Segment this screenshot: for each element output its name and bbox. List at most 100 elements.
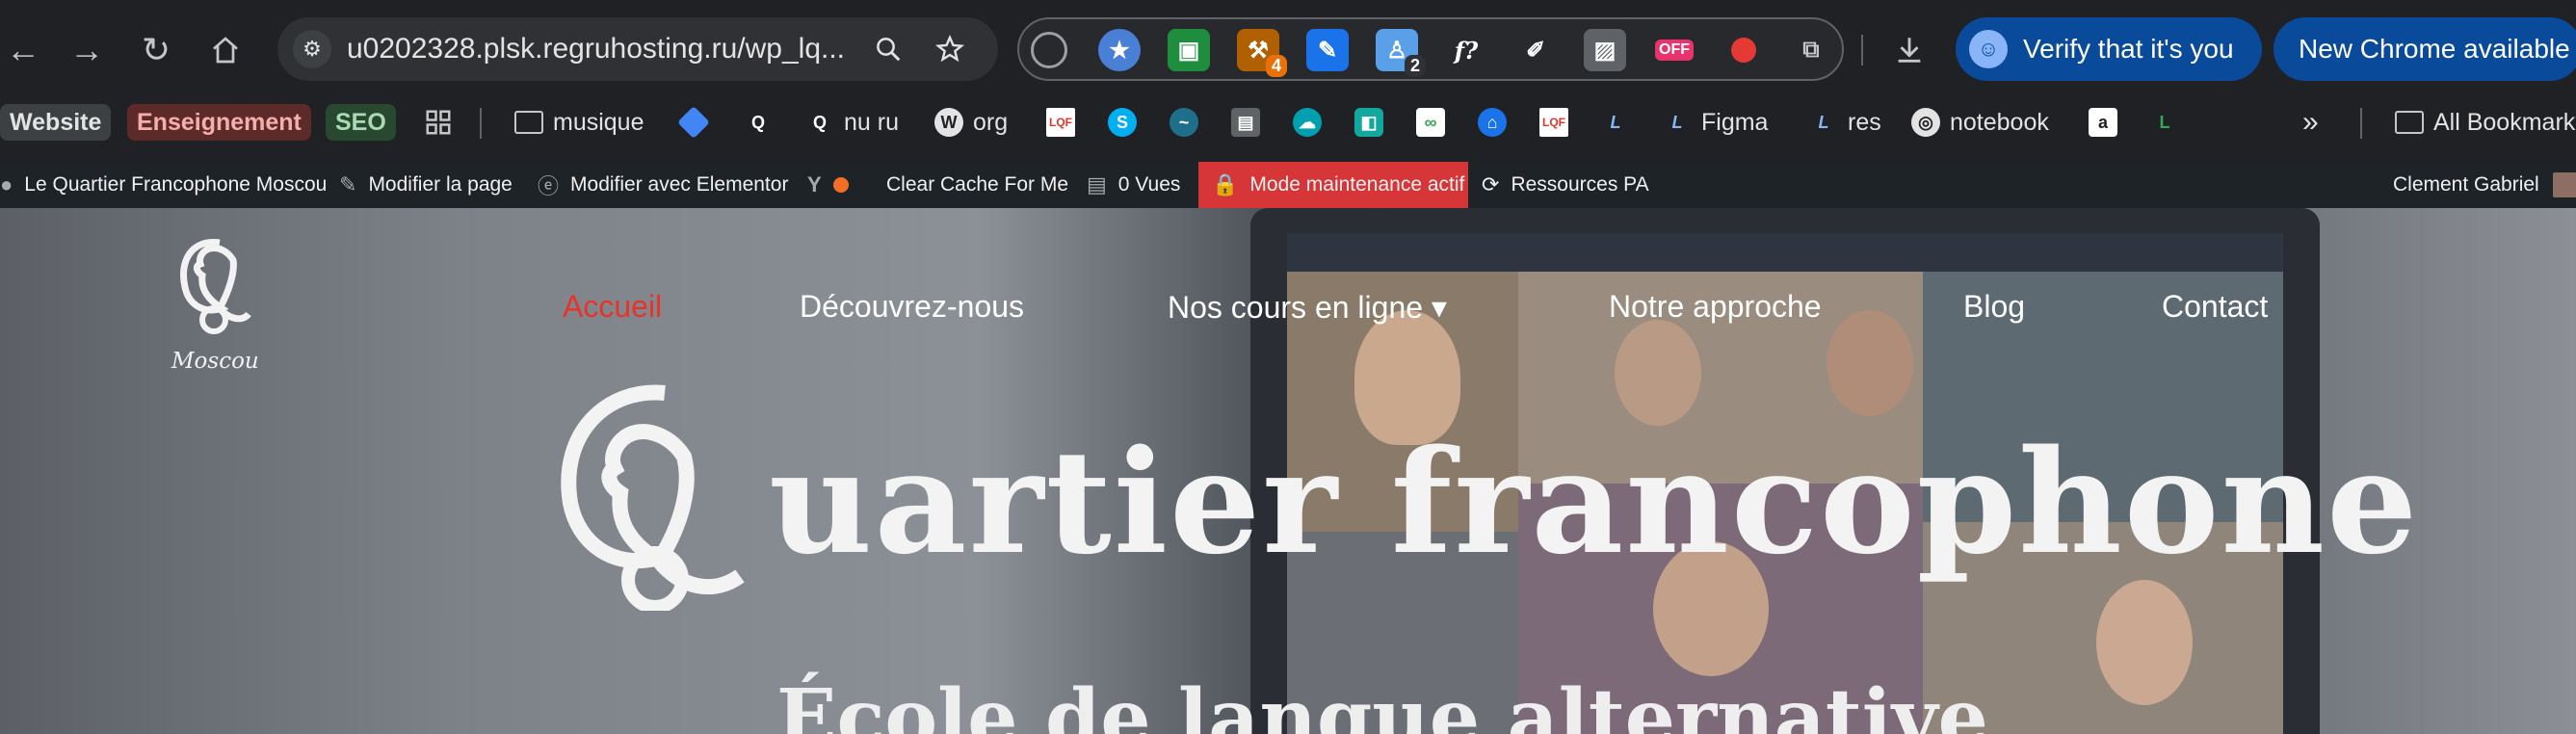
menu-contact[interactable]: Contact	[2162, 289, 2268, 325]
stats-icon: ▤	[1087, 172, 1107, 197]
bookmark-seo[interactable]: SEO	[326, 104, 396, 141]
bookmark-star-icon[interactable]	[927, 26, 973, 72]
bookmark-website[interactable]: Website	[0, 104, 112, 141]
admin-edit-page[interactable]: ✎ Modifier la page	[339, 162, 513, 208]
bookmark-label: SEO	[335, 108, 386, 136]
bookmark-wave[interactable]: ~	[1170, 104, 1208, 141]
lock-icon: 🔒	[1212, 172, 1239, 197]
menu-blog[interactable]: Blog	[1963, 289, 2025, 325]
bookmark-label: Figma	[1701, 108, 1769, 136]
bookmark-label: nu ru	[844, 108, 899, 136]
bookmark-chat[interactable]: ◧	[1354, 104, 1393, 141]
profile-extension-icon[interactable]: ♙ 2	[1376, 29, 1426, 77]
admin-views[interactable]: ▤ 0 Vues	[1087, 162, 1180, 208]
toolbar-separator	[1861, 35, 1863, 66]
lqf-icon: LQF	[1539, 108, 1568, 137]
menu-home[interactable]: Accueil	[563, 289, 662, 325]
home-icon[interactable]	[202, 27, 249, 73]
wordpress-icon: W	[934, 108, 963, 137]
function-extension-icon[interactable]: f?	[1445, 29, 1487, 71]
extension-badge: 4	[1265, 55, 1287, 77]
bookmark-label: All Bookmarks	[2433, 108, 2576, 136]
dashboard-icon: ●	[0, 172, 13, 197]
bookmark-house[interactable]: ⌂	[1478, 104, 1516, 141]
menu-approach[interactable]: Notre approche	[1609, 289, 1822, 325]
record-extension-icon[interactable]	[1722, 29, 1765, 71]
toggle-extension-icon[interactable]: OFF	[1653, 29, 1695, 71]
bookmark-enseignement[interactable]: Enseignement	[127, 104, 311, 141]
admin-clear-cache[interactable]: Clear Cache For Me	[886, 162, 1068, 208]
account-icon: ☺	[1969, 30, 2008, 68]
yoast-icon: Y	[807, 172, 822, 197]
slash-logo-icon: L	[1671, 112, 1683, 132]
search-icon[interactable]	[865, 26, 911, 72]
folder-icon	[2395, 111, 2424, 134]
menu-courses[interactable]: Nos cours en ligne ▾	[1168, 289, 1447, 326]
admin-resources[interactable]: ⟳ Ressources PA	[1482, 162, 1649, 208]
bookmark-lqf[interactable]: LQF	[1046, 104, 1085, 141]
back-icon[interactable]: ←	[0, 27, 46, 73]
diamond-icon	[677, 106, 710, 139]
admin-label: Modifier avec Elementor	[570, 173, 789, 196]
image-search-extension-icon[interactable]: ▨	[1584, 29, 1626, 71]
download-icon[interactable]	[1886, 27, 1932, 73]
bookmark-diamond[interactable]	[677, 104, 715, 141]
wp-admin-bar: ● Le Quartier Francophone Moscou ✎ Modifie…	[0, 162, 2576, 208]
admin-label: Clement Gabriel	[2393, 173, 2539, 196]
bookmark-cloud[interactable]: ☁	[1293, 104, 1331, 141]
admin-user-account[interactable]: Clement Gabriel	[2393, 162, 2576, 208]
bookmark-res[interactable]: Lres	[1809, 104, 1881, 141]
admin-label: Clear Cache For Me	[886, 173, 1069, 196]
bookmark-shop[interactable]: ▤	[1231, 104, 1270, 141]
admin-label: Le Quartier Francophone Moscou	[24, 173, 328, 196]
verify-identity-button[interactable]: ☺ Verify that it's you	[1956, 17, 2262, 81]
site-settings-icon[interactable]: ⚙	[293, 30, 331, 68]
bookmark-label: musique	[553, 108, 644, 136]
bookmark-nu-ru[interactable]: Qnu ru	[805, 104, 899, 141]
house-icon: ⌂	[1478, 108, 1507, 137]
all-bookmarks-folder[interactable]: All Bookmarks	[2395, 104, 2576, 141]
extensions-puzzle-icon[interactable]: ⧉	[1790, 29, 1832, 71]
bookmark-skype[interactable]: S	[1108, 104, 1146, 141]
bookmark-separator	[2360, 108, 2362, 139]
reload-icon[interactable]: ↻	[133, 27, 179, 73]
admin-maintenance-mode[interactable]: 🔒 Mode maintenance actif	[1198, 162, 1468, 208]
bookmark-notebook[interactable]: ◎ notebook	[1911, 104, 2049, 141]
new-chrome-button[interactable]: New Chrome available	[2274, 17, 2576, 81]
pencil-icon: ✎	[339, 172, 357, 197]
admin-elementor[interactable]: ⓔ Modifier avec Elementor	[538, 162, 788, 208]
star-extension-icon[interactable]: ★	[1098, 29, 1141, 71]
new-chrome-label: New Chrome available	[2299, 34, 2570, 64]
notebook-icon: ◎	[1911, 108, 1940, 137]
globe-extension-icon[interactable]	[1031, 32, 1067, 68]
forward-icon[interactable]: →	[64, 27, 110, 73]
admin-yoast[interactable]: Y	[807, 162, 849, 208]
bookmark-linear[interactable]: L	[1601, 104, 1640, 141]
lqf-icon: LQF	[1046, 108, 1075, 137]
user-avatar	[2552, 172, 2576, 197]
menu-discover[interactable]: Découvrez-nous	[800, 289, 1024, 325]
address-bar[interactable]: ⚙ u0202328.plsk.regruhosting.ru/wp_lq...	[277, 17, 998, 81]
bookmark-green-l[interactable]: L	[2150, 104, 2189, 141]
bookmark-label: notebook	[1950, 108, 2049, 136]
amazon-icon: a	[2089, 108, 2117, 137]
toolbox-extension-icon[interactable]: ⚒ 4	[1237, 29, 1287, 77]
edit-extension-icon[interactable]: ✎	[1306, 29, 1349, 71]
apps-grid-icon[interactable]	[424, 104, 453, 141]
bookmark-lqf-2[interactable]: LQF	[1539, 104, 1578, 141]
verify-label: Verify that it's you	[2023, 34, 2234, 64]
admin-site-name[interactable]: ● Le Quartier Francophone Moscou	[0, 162, 327, 208]
bookmark-org[interactable]: Worg	[934, 104, 1008, 141]
bookmark-amazon[interactable]: a	[2089, 104, 2127, 141]
more-bookmarks-icon[interactable]: »	[2302, 104, 2319, 141]
site-logo[interactable]: Moscou	[171, 233, 259, 374]
screen-extension-icon[interactable]: ▣	[1168, 29, 1210, 71]
shop-icon: ▤	[1231, 108, 1260, 137]
bookmark-label: Website	[10, 108, 102, 136]
bookmark-qf[interactable]: Q	[744, 104, 782, 141]
bookmark-figma[interactable]: L Figma	[1663, 104, 1769, 141]
extension-badge: OFF	[1655, 39, 1694, 61]
bookmark-loop[interactable]: ∞	[1416, 104, 1455, 141]
bookmark-folder-musique[interactable]: musique	[514, 104, 644, 141]
eyedropper-extension-icon[interactable]: ✐	[1514, 29, 1557, 71]
